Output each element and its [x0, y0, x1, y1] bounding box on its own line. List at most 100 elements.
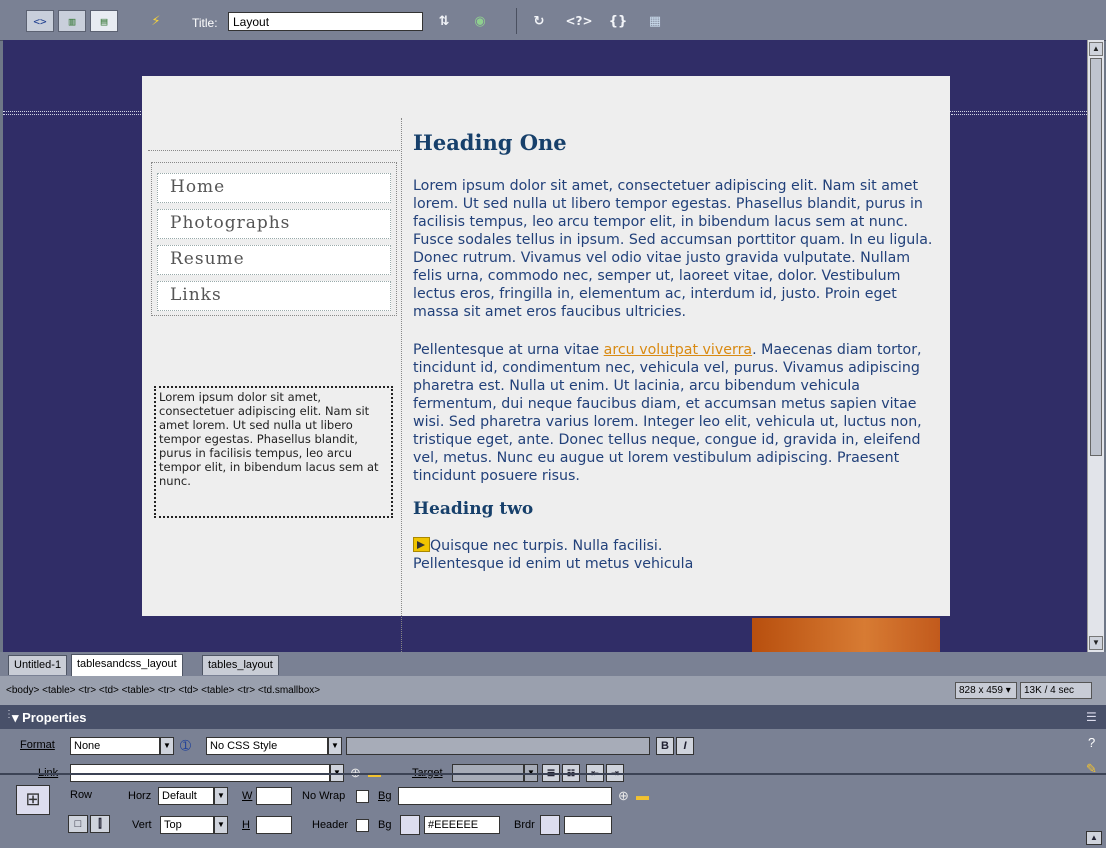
header-checkbox[interactable] [356, 819, 369, 832]
horz-label: Horz [128, 790, 152, 802]
vertical-scrollbar[interactable]: ▲ ▼ [1087, 40, 1104, 652]
bg-image-label: Bg [378, 790, 392, 802]
size-field[interactable] [346, 737, 650, 755]
header-label: Header [312, 819, 349, 831]
css-icon[interactable]: ➀ [180, 738, 191, 754]
width-label: W [242, 790, 253, 802]
design-view-button[interactable]: ▤ [90, 10, 118, 32]
split-view-button[interactable]: ▥ [58, 10, 86, 32]
title-input[interactable]: Layout [228, 12, 423, 31]
table-boundary [148, 150, 400, 151]
properties-panel: Format None ▼ ➀ No CSS Style ▼ B I ? Lin… [0, 729, 1106, 848]
table-boundary [3, 114, 141, 115]
vert-select[interactable]: Top [160, 816, 214, 834]
merge-cells-button[interactable]: □ [68, 815, 88, 833]
nav-menu: Home Photographs Resume Links [151, 162, 397, 316]
properties-title-text: Properties [22, 710, 87, 725]
tab-tables-layout[interactable]: tables_layout [202, 655, 279, 675]
panel-options-icon[interactable]: ☰ [1086, 710, 1097, 724]
split-cell-button[interactable]: ⫿ [90, 815, 110, 833]
globe-icon: ◉ [474, 13, 486, 29]
row-label: Row [70, 789, 93, 801]
nowrap-checkbox[interactable] [356, 790, 369, 803]
height-input[interactable] [256, 816, 292, 834]
nav-item-home[interactable]: Home [157, 173, 391, 203]
horz-dropdown-arrow[interactable]: ▼ [214, 787, 228, 805]
properties-divider [0, 773, 1106, 775]
scroll-up-arrow[interactable]: ▲ [1089, 42, 1103, 56]
bg-color-label: Bg [378, 819, 392, 831]
properties-title: ▾ Properties [12, 710, 87, 725]
window-size-value: 828 x 459 [959, 685, 1003, 696]
table-boundary [951, 114, 1087, 115]
reference-button[interactable]: <?> [562, 12, 596, 30]
nav-item-resume[interactable]: Resume [157, 245, 391, 275]
paragraph-1: Lorem ipsum dolor sit amet, consectetuer… [413, 178, 933, 320]
scroll-thumb[interactable] [1090, 58, 1102, 456]
format-label: Format [20, 739, 55, 751]
nav-item-links[interactable]: Links [157, 281, 391, 311]
browse-folder-icon[interactable]: ▬ [636, 788, 649, 804]
refresh-icon: ↻ [533, 13, 545, 29]
document-toolbar: <> ▥ ▤ ⚡ Title: Layout ⇅ ◉ ↻ <?> {} ▦ [0, 0, 1106, 41]
help-icon[interactable]: ? [1088, 735, 1095, 751]
border-color-input[interactable] [564, 816, 612, 834]
file-management-button[interactable]: ⇅ [432, 12, 456, 30]
view-options-icon: ▦ [648, 13, 662, 29]
photo-image[interactable] [752, 618, 940, 652]
download-time: 13K / 4 sec [1020, 682, 1092, 699]
border-color-picker[interactable] [540, 815, 560, 835]
italic-button[interactable]: I [676, 737, 694, 755]
horz-select[interactable]: Default [158, 787, 214, 805]
live-data-icon: ⚡ [151, 13, 161, 29]
bg-color-picker[interactable] [400, 815, 420, 835]
toolbar-separator [516, 8, 517, 34]
paragraph-3: Quisque nec turpis. Nulla facilisi. Pell… [413, 537, 743, 573]
sidebar-smallbox[interactable]: Lorem ipsum dolor sit amet, consectetuer… [154, 386, 393, 518]
tab-tablesandcss-layout[interactable]: tablesandcss_layout [71, 654, 183, 676]
bg-image-input[interactable] [398, 787, 612, 805]
width-input[interactable] [256, 787, 292, 805]
nowrap-label: No Wrap [302, 790, 346, 802]
heading-one: Heading One [413, 130, 567, 155]
live-data-button[interactable]: ⚡ [146, 12, 166, 30]
tag-selector[interactable]: <body> <table> <tr> <td> <table> <tr> <t… [6, 685, 320, 696]
code-view-button[interactable]: <> [26, 10, 54, 32]
braces-icon: {} [608, 13, 628, 29]
column-divider [401, 118, 402, 652]
expand-collapse-button[interactable]: ▲ [1086, 831, 1102, 845]
inline-link[interactable]: arcu volutpat viverra [604, 342, 752, 358]
paragraph-2-text: Pellentesque at urna vitae [413, 342, 604, 358]
style-select[interactable]: No CSS Style [206, 737, 328, 755]
bold-button[interactable]: B [656, 737, 674, 755]
paragraph-2-text: . Maecenas diam tortor, tincidunt id, co… [413, 342, 922, 484]
anchor-marker-icon[interactable] [413, 537, 430, 552]
split-view-icon: ▥ [68, 14, 76, 28]
window-size-select[interactable]: 828 x 459 ▾ [955, 682, 1017, 699]
nav-item-photographs[interactable]: Photographs [157, 209, 391, 239]
paragraph-3-text: Quisque nec turpis. Nulla facilisi. Pell… [413, 538, 694, 572]
code-view-icon: <> [33, 14, 47, 28]
preview-browser-button[interactable]: ◉ [468, 12, 492, 30]
code-navigation-button[interactable]: {} [606, 12, 630, 30]
scroll-down-arrow[interactable]: ▼ [1089, 636, 1103, 650]
format-select[interactable]: None [70, 737, 160, 755]
document-tabs: Untitled-1 tablesandcss_layout tables_la… [0, 652, 1106, 676]
point-to-file-icon[interactable]: ⊕ [618, 788, 629, 804]
border-label: Brdr [514, 819, 535, 831]
bg-color-input[interactable]: #EEEEEE [424, 816, 500, 834]
main-content: Heading One Lorem ipsum dolor sit amet, … [405, 130, 940, 573]
view-options-button[interactable]: ▦ [642, 12, 668, 30]
tab-untitled-1[interactable]: Untitled-1 [8, 655, 68, 675]
title-label: Title: [192, 16, 218, 30]
format-dropdown-arrow[interactable]: ▼ [160, 737, 174, 755]
properties-header[interactable]: ⋮ ▾ Properties ☰ [0, 705, 1106, 729]
vert-dropdown-arrow[interactable]: ▼ [214, 816, 228, 834]
vert-label: Vert [132, 819, 152, 831]
refresh-button[interactable]: ↻ [528, 12, 550, 30]
file-transfer-icon: ⇅ [438, 13, 450, 29]
design-view-icon: ▤ [100, 14, 108, 28]
status-bar: <body> <table> <tr> <td> <table> <tr> <t… [0, 676, 1106, 705]
style-dropdown-arrow[interactable]: ▼ [328, 737, 342, 755]
height-label: H [242, 819, 250, 831]
